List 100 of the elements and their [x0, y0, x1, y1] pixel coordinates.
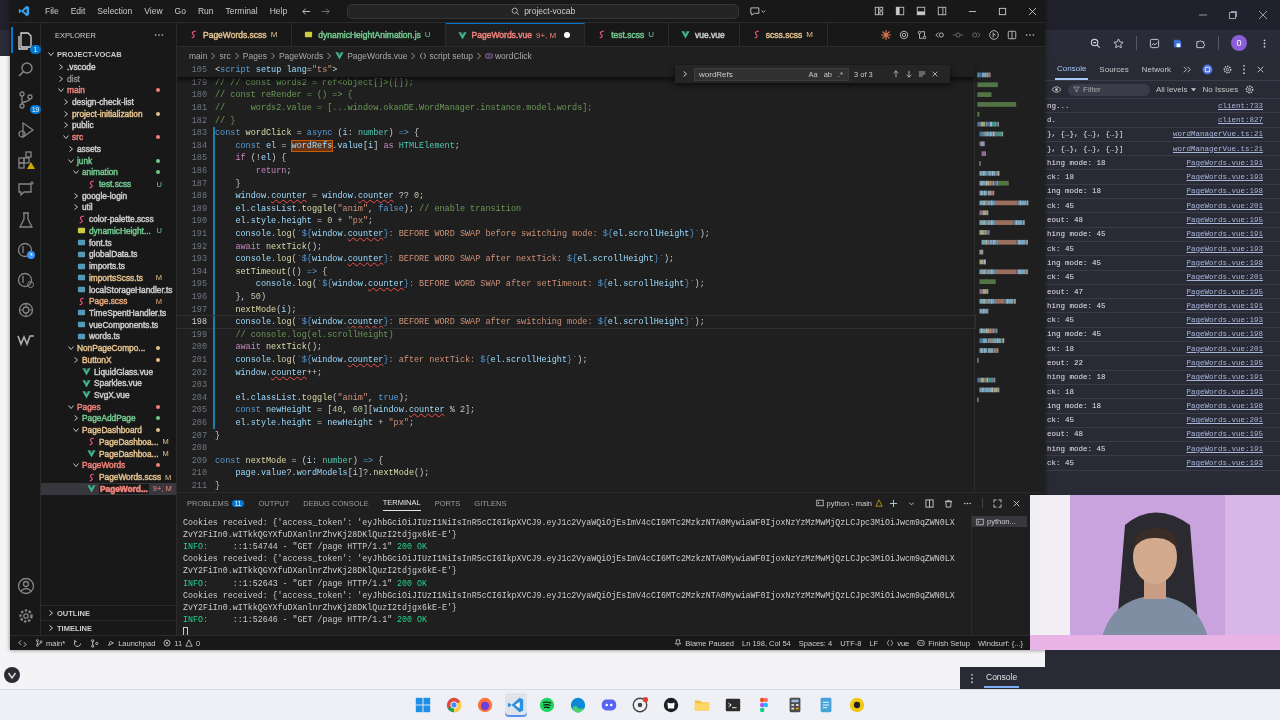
next-change-icon[interactable] [971, 29, 981, 40]
folder-item[interactable]: ButtonX [41, 353, 176, 366]
menu-item[interactable]: File [39, 6, 65, 16]
menu-item[interactable]: View [138, 6, 169, 16]
more-icon[interactable] [154, 33, 164, 37]
panel-toggle-icon[interactable] [916, 6, 926, 16]
filter-field[interactable]: Filter [1068, 83, 1150, 96]
folder-item[interactable]: public [41, 119, 176, 132]
down-arrow-icon[interactable] [904, 70, 913, 78]
tree-item[interactable]: words.ts [41, 330, 176, 343]
folder-item[interactable]: PageDashboard [41, 424, 176, 436]
more-icon[interactable] [1242, 63, 1247, 75]
folder-item[interactable]: Pages [41, 400, 176, 413]
breadcrumb[interactable]: wordClick [484, 50, 532, 61]
tree-item[interactable]: LiquidGlass.vue [41, 365, 176, 378]
folder-item[interactable]: .vscode [41, 61, 176, 73]
folder-item[interactable]: dist [41, 72, 176, 85]
vue-devtools-icon[interactable] [4, 667, 20, 684]
breadcrumb[interactable]: main [189, 50, 208, 61]
folder-item[interactable]: main [41, 84, 176, 97]
remote-icon[interactable] [18, 638, 27, 648]
puzzle-icon[interactable] [1195, 37, 1206, 49]
compare-icon[interactable] [917, 29, 927, 40]
layout-icon[interactable] [874, 6, 884, 16]
menu-item[interactable]: Go [168, 6, 192, 16]
settings-icon[interactable] [1244, 84, 1256, 95]
plus-icon[interactable] [889, 498, 898, 508]
assistant-icon[interactable] [1202, 63, 1214, 75]
breadcrumb[interactable]: PageWords [278, 50, 324, 61]
expand-icon[interactable] [681, 70, 689, 78]
editor-tab[interactable]: test.scss U [585, 23, 669, 46]
split-editor-icon[interactable] [1007, 29, 1017, 40]
chevron-icon[interactable] [1182, 63, 1194, 75]
folder-item[interactable]: assets [41, 143, 176, 155]
editor-tab[interactable]: PageWords.vue 9+, M [445, 23, 586, 46]
up-arrow-icon[interactable] [891, 70, 900, 78]
menu-item[interactable]: Selection [91, 6, 139, 16]
extension-icon[interactable] [1172, 37, 1183, 49]
editor-app-icon[interactable] [505, 693, 527, 717]
tree-item[interactable]: SvgX.vue [41, 389, 176, 401]
close-icon[interactable] [1012, 498, 1021, 508]
folder-item[interactable]: src [41, 131, 176, 144]
devtools-tab[interactable]: Network [1139, 59, 1174, 79]
devtools-tab[interactable]: Console [1055, 58, 1089, 80]
sidebar-toggle-icon[interactable] [895, 6, 905, 16]
menu-item[interactable]: Help [263, 6, 294, 16]
folder-item[interactable]: design-check-list [41, 96, 176, 108]
editor-tab[interactable]: vue.vue [669, 23, 740, 46]
breadcrumb[interactable]: script setup [419, 50, 473, 61]
secondary-sidebar-icon[interactable] [937, 6, 947, 16]
editor-tab[interactable]: scss.scss M [739, 23, 828, 46]
sparkle-icon[interactable] [881, 29, 891, 40]
tree-item[interactable]: vueComponents.ts [41, 318, 176, 331]
eye-icon[interactable] [1051, 84, 1062, 95]
folder-item[interactable]: animation [41, 166, 176, 179]
close-icon[interactable] [930, 70, 939, 78]
star-icon[interactable] [1113, 37, 1124, 49]
split-icon[interactable] [925, 498, 934, 508]
devtools-tab[interactable]: Sources [1097, 59, 1131, 79]
breadcrumb[interactable]: Pages [242, 50, 267, 61]
command-center[interactable]: project-vocab [347, 3, 740, 19]
extension-icon[interactable] [1149, 37, 1160, 49]
maximize-icon[interactable] [998, 6, 1007, 16]
breadcrumb[interactable]: PageWords.vue [335, 50, 408, 61]
restore-icon[interactable] [1228, 10, 1238, 20]
settings-icon[interactable] [1222, 63, 1234, 75]
editor-tab[interactable]: PageWords.scss M [177, 23, 293, 46]
folder-item[interactable]: util [41, 201, 176, 214]
selection-icon[interactable] [917, 70, 926, 78]
tree-item[interactable]: TimeSpentHandler.ts [41, 307, 176, 319]
issues-label[interactable]: No Issues [1202, 85, 1239, 94]
profile-avatar[interactable]: 0 [1231, 35, 1247, 51]
editor-tab[interactable]: dynamicHeightAnimation.js U [292, 23, 446, 46]
menu-item[interactable]: Terminal [219, 6, 264, 16]
tree-item[interactable]: imports.ts [41, 260, 176, 272]
tree-item[interactable]: localStorageHandler.ts [41, 283, 176, 296]
maximize-icon[interactable] [993, 498, 1002, 508]
tree-item[interactable]: Sparkles.vue [41, 377, 176, 390]
breadcrumb[interactable]: src [219, 50, 231, 61]
trash-icon[interactable] [944, 498, 953, 508]
tree-item[interactable]: globalData.ts [41, 248, 176, 261]
folder-item[interactable]: project-initialization [41, 107, 176, 120]
folder-item[interactable]: NonPageCompo... [41, 342, 176, 354]
close-icon[interactable] [1028, 6, 1037, 16]
folder-item[interactable]: PageAddPage [41, 412, 176, 425]
menu-item[interactable]: Edit [64, 6, 92, 16]
menu-item[interactable]: Run [191, 6, 220, 16]
previous-change-icon[interactable] [935, 29, 945, 40]
sync-icon[interactable] [73, 638, 83, 648]
folder-item[interactable]: google-login [41, 189, 176, 202]
chat-icon[interactable] [749, 5, 768, 17]
commit-icon[interactable] [953, 29, 963, 40]
tree-item[interactable]: font.ts [41, 236, 176, 249]
zoom-icon[interactable] [1090, 37, 1101, 49]
folder-item[interactable]: junk [41, 154, 176, 167]
levels-dropdown[interactable]: All levels [1156, 85, 1197, 94]
folder-item[interactable]: PageWords [41, 459, 176, 472]
git-graph-icon[interactable] [90, 638, 100, 648]
more-icon[interactable] [970, 672, 974, 684]
tree-item[interactable]: color-palette.scss [41, 213, 176, 226]
